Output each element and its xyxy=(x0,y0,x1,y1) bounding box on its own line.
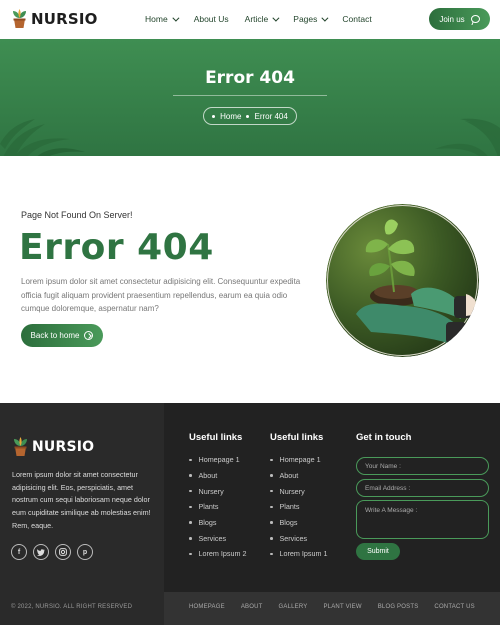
banner-divider xyxy=(173,95,327,96)
nav-item-about-us[interactable]: About Us xyxy=(194,14,229,24)
breadcrumb-current: Error 404 xyxy=(254,111,288,121)
nav-item-contact[interactable]: Contact xyxy=(342,14,371,24)
brand-logo[interactable]: NURSIO xyxy=(11,8,98,29)
chevron-down-icon xyxy=(272,14,280,22)
nav-label: Pages xyxy=(293,14,318,24)
email-input[interactable]: Email Address : xyxy=(356,479,489,497)
nav-item-home[interactable]: Home xyxy=(145,14,180,24)
name-input[interactable]: Your Name : xyxy=(356,457,489,475)
back-to-home-button[interactable]: Back to home xyxy=(21,324,103,347)
error-subheading: Page Not Found On Server! xyxy=(21,210,133,220)
footer-link[interactable]: About xyxy=(270,468,327,484)
message-textarea[interactable]: Write A Message : xyxy=(356,500,489,539)
useful-links-title-1: Useful links xyxy=(189,432,243,443)
twitter-icon[interactable] xyxy=(33,544,49,560)
arrow-right-circle-icon xyxy=(84,331,94,340)
nav-label: Contact xyxy=(342,14,372,24)
social-links: f p xyxy=(11,544,93,560)
footer-brand-name: NURSIO xyxy=(32,438,95,455)
bottom-link-plant-view[interactable]: PLANT VIEW xyxy=(323,604,361,610)
submit-button[interactable]: Submit xyxy=(356,543,400,560)
bottom-link-gallery[interactable]: GALLERY xyxy=(279,604,308,610)
brand-name: NURSIO xyxy=(31,9,98,28)
nav-label: Article xyxy=(244,14,269,24)
bullet-icon xyxy=(246,114,250,118)
palm-leaf-decoration-right xyxy=(435,118,500,156)
banner-title: Error 404 xyxy=(205,68,295,88)
error-description: Lorem ipsum dolor sit amet consectetur a… xyxy=(21,277,301,313)
footer-link[interactable]: Services xyxy=(270,530,327,546)
page-banner xyxy=(0,39,500,156)
footer-link[interactable]: Nursery xyxy=(270,483,327,499)
footer-link[interactable]: Nursery xyxy=(189,483,246,499)
plant-pot-icon xyxy=(13,9,26,28)
bottom-link-blog-posts[interactable]: BLOG POSTS xyxy=(378,604,419,610)
breadcrumb-home[interactable]: Home xyxy=(220,112,241,121)
join-us-label: Join us xyxy=(439,14,465,24)
footer-about-text: Lorem ipsum dolor sit amet consectetur a… xyxy=(12,470,151,530)
nav-item-article[interactable]: Article xyxy=(244,14,280,24)
plant-pot-icon xyxy=(14,437,27,456)
seedling-in-hands-image xyxy=(326,204,479,357)
useful-links-title-2: Useful links xyxy=(270,432,324,443)
nav-item-pages[interactable]: Pages xyxy=(293,14,329,24)
nav-label: About Us xyxy=(193,14,229,24)
chevron-down-icon xyxy=(172,14,180,22)
chat-icon xyxy=(470,15,480,23)
copyright-text: © 2022, NURSIO. ALL RIGHT RESERVED xyxy=(11,604,133,610)
back-to-home-label: Back to home xyxy=(30,331,80,340)
error-title: Error 404 xyxy=(19,227,214,268)
footer-link[interactable]: Services xyxy=(189,530,246,546)
get-in-touch-title: Get in touch xyxy=(356,432,412,443)
footer-link[interactable]: Lorem Ipsum 2 xyxy=(189,546,247,562)
footer-link[interactable]: Plants xyxy=(270,499,327,515)
bottom-link-contact-us[interactable]: CONTACT US xyxy=(434,604,474,610)
footer-link[interactable]: Homepage 1 xyxy=(270,452,327,468)
footer-brand-logo[interactable]: NURSIO xyxy=(12,436,94,457)
bottom-link-homepage[interactable]: HOMEPAGE xyxy=(189,604,225,610)
useful-links-list-1: Homepage 1 About Nursery Plants Blogs Se… xyxy=(189,452,247,562)
footer-link[interactable]: About xyxy=(189,468,246,484)
footer-link[interactable]: Homepage 1 xyxy=(189,452,246,468)
breadcrumb: Home Error 404 xyxy=(203,107,297,125)
palm-leaf-decoration-left xyxy=(0,119,85,156)
footer-link[interactable]: Lorem Ipsum 1 xyxy=(270,546,328,562)
site-header: NURSIO Home About Us Article Pages Conta… xyxy=(0,0,500,39)
bottom-link-about[interactable]: ABOUT xyxy=(241,604,263,610)
footer-link[interactable]: Blogs xyxy=(189,515,246,531)
footer-bottom-nav: HOMEPAGE ABOUT GALLERY PLANT VIEW BLOG P… xyxy=(189,604,475,610)
main-nav: Home About Us Article Pages Contact xyxy=(145,14,372,24)
join-us-button[interactable]: Join us xyxy=(429,8,490,30)
useful-links-list-2: Homepage 1 About Nursery Plants Blogs Se… xyxy=(270,452,328,562)
footer-link[interactable]: Blogs xyxy=(270,515,327,531)
footer-link[interactable]: Plants xyxy=(189,499,246,515)
instagram-icon[interactable] xyxy=(55,544,71,560)
bullet-icon xyxy=(212,114,216,118)
facebook-icon[interactable]: f xyxy=(11,544,27,560)
nav-label: Home xyxy=(145,14,168,24)
chevron-down-icon xyxy=(321,14,329,22)
pinterest-icon[interactable]: p xyxy=(77,544,93,560)
